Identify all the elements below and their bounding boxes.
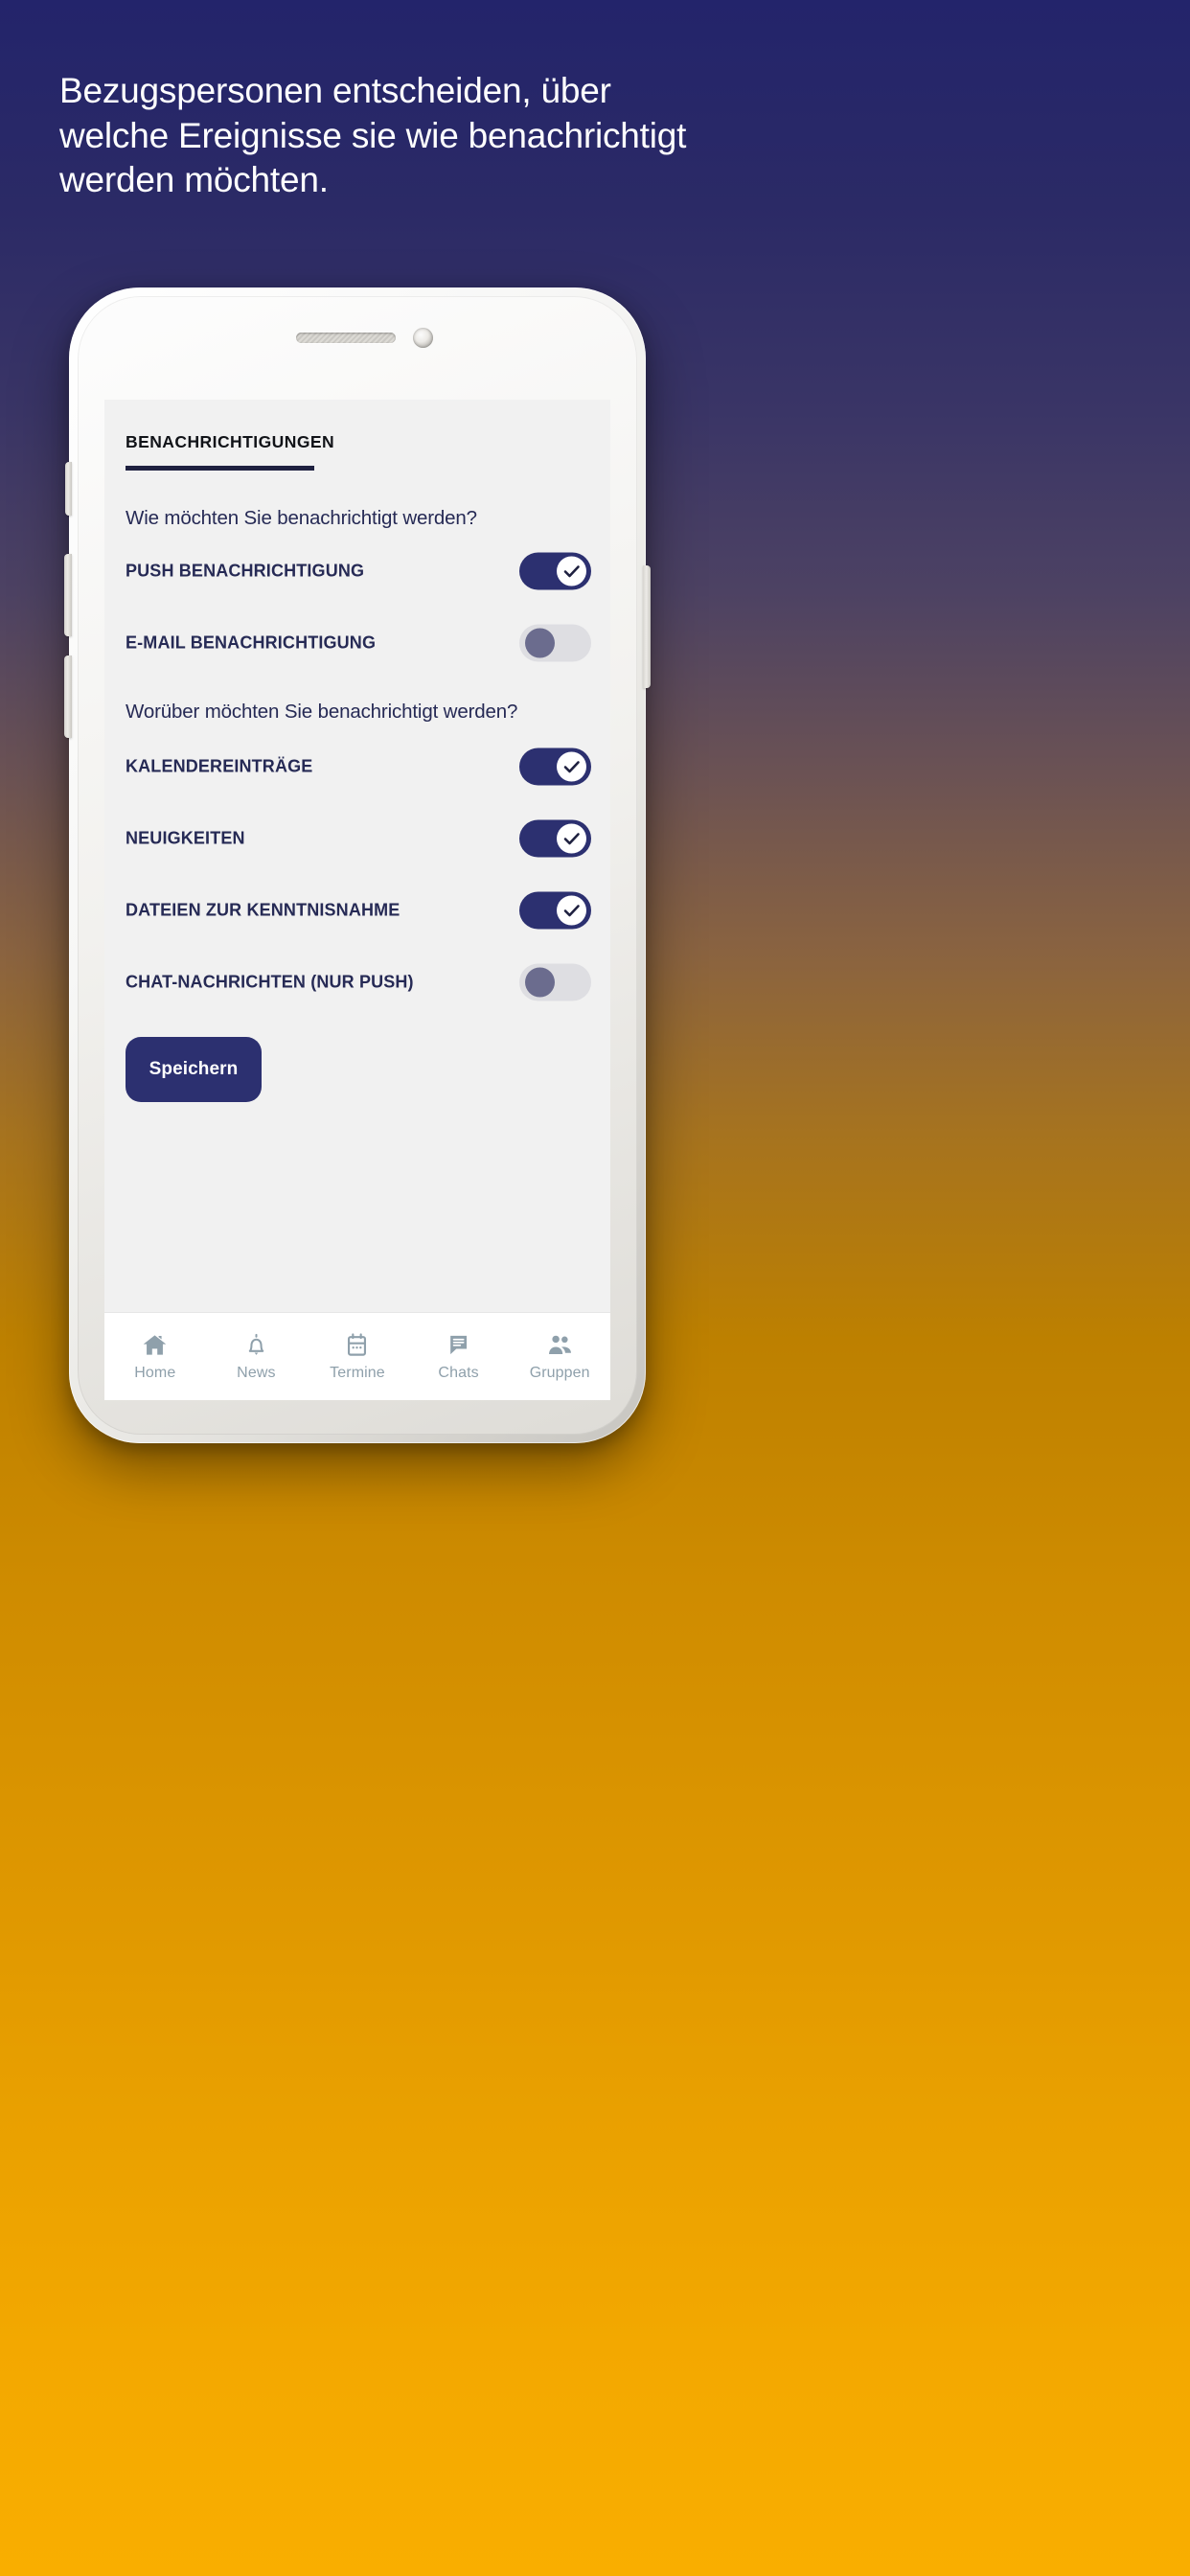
phone-bezel: BENACHRICHTIGUNGEN Wie möchten Sie benac…	[78, 296, 637, 1435]
headline-line-2: welche Ereignisse sie wie benachrichtigt	[59, 115, 687, 155]
check-icon	[563, 833, 580, 845]
phone-power-button	[643, 565, 651, 688]
toggle-push-benachrichtigung[interactable]	[519, 552, 591, 590]
nav-item-news[interactable]: News	[208, 1332, 304, 1382]
phone-volume-up-button	[64, 554, 72, 636]
earpiece-speaker-icon	[296, 333, 396, 343]
setting-row-dateien: DATEIEN ZUR KENNTNISNAHME	[126, 885, 591, 936]
toggle-kalendereintraege[interactable]	[519, 748, 591, 786]
save-button[interactable]: Speichern	[126, 1037, 262, 1102]
nav-item-gruppen[interactable]: Gruppen	[512, 1332, 607, 1382]
home-icon	[143, 1334, 167, 1355]
toggle-knob	[557, 556, 586, 586]
nav-item-chats[interactable]: Chats	[411, 1332, 507, 1382]
bottom-navigation: Home News Termine Chats Gruppen	[104, 1312, 610, 1400]
setting-label: KALENDEREINTRÄGE	[126, 756, 313, 776]
chat-bubble-icon	[450, 1335, 468, 1354]
phone-mockup: BENACHRICHTIGUNGEN Wie möchten Sie benac…	[64, 288, 651, 1443]
toggle-dateien-zur-kenntnisnahme[interactable]	[519, 891, 591, 930]
nav-label: Home	[134, 1364, 176, 1381]
check-icon	[563, 565, 580, 578]
setting-label: CHAT-NACHRICHTEN (NUR PUSH)	[126, 972, 414, 992]
toggle-knob	[525, 967, 555, 998]
setting-row-kalender: KALENDEREINTRÄGE	[126, 741, 591, 793]
nav-label: News	[237, 1364, 276, 1381]
headline-line-3: werden möchten.	[59, 160, 329, 200]
phone-volume-down-button	[64, 656, 72, 738]
setting-row-chat: CHAT-NACHRICHTEN (NUR PUSH)	[126, 956, 591, 1008]
settings-content: BENACHRICHTIGUNGEN Wie möchten Sie benac…	[104, 400, 610, 1400]
question-what: Worüber möchten Sie benachrichtigt werde…	[126, 701, 518, 723]
front-camera-icon	[413, 328, 433, 348]
toggle-neuigkeiten[interactable]	[519, 819, 591, 858]
promo-screenshot: Bezugspersonen entscheiden, über welche …	[0, 0, 1190, 2576]
group-icon	[548, 1335, 571, 1354]
title-underline	[126, 466, 314, 471]
setting-label: DATEIEN ZUR KENNTNISNAHME	[126, 900, 400, 920]
toggle-knob	[525, 628, 555, 658]
check-icon	[563, 761, 580, 773]
setting-row-neuigkeiten: NEUIGKEITEN	[126, 813, 591, 864]
toggle-email-benachrichtigung[interactable]	[519, 624, 591, 662]
setting-label: PUSH BENACHRICHTIGUNG	[126, 561, 365, 581]
setting-label: E-MAIL BENACHRICHTIGUNG	[126, 632, 377, 653]
nav-label: Chats	[438, 1364, 479, 1381]
toggle-chat-nachrichten[interactable]	[519, 963, 591, 1001]
question-how: Wie möchten Sie benachrichtigt werden?	[126, 507, 477, 529]
bell-icon	[248, 1333, 264, 1355]
nav-item-home[interactable]: Home	[107, 1332, 203, 1382]
nav-item-termine[interactable]: Termine	[309, 1332, 405, 1382]
toggle-knob	[557, 751, 586, 782]
headline-line-1: Bezugspersonen entscheiden, über	[59, 71, 611, 110]
app-screen: BENACHRICHTIGUNGEN Wie möchten Sie benac…	[104, 400, 610, 1400]
page-title: BENACHRICHTIGUNGEN	[126, 432, 335, 451]
nav-label: Termine	[330, 1364, 385, 1381]
promo-headline: Bezugspersonen entscheiden, über welche …	[59, 69, 687, 203]
setting-row-email: E-MAIL BENACHRICHTIGUNG	[126, 617, 591, 669]
phone-mute-switch	[65, 462, 72, 516]
check-icon	[563, 905, 580, 917]
setting-row-push: PUSH BENACHRICHTIGUNG	[126, 545, 591, 597]
nav-label: Gruppen	[529, 1364, 590, 1381]
calendar-icon	[348, 1332, 367, 1356]
toggle-knob	[557, 823, 586, 854]
setting-label: NEUIGKEITEN	[126, 828, 245, 848]
toggle-knob	[557, 895, 586, 926]
